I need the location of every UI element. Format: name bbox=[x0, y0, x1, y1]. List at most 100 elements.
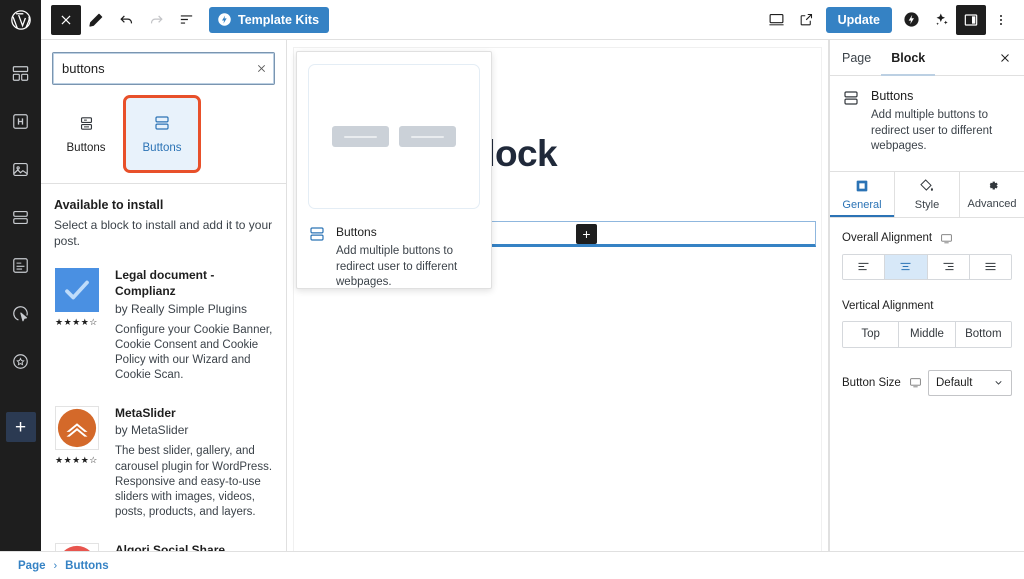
preview-canvas bbox=[308, 64, 480, 209]
vertical-alignment-label: Vertical Alignment bbox=[842, 299, 934, 312]
plugin-thumbnail bbox=[55, 405, 99, 450]
general-square-icon bbox=[854, 178, 870, 194]
plugin-info: Algori Social Share Buttons by Kevin Baz… bbox=[115, 543, 273, 551]
template-kits-button[interactable]: Template Kits bbox=[209, 6, 330, 33]
valign-bottom-button[interactable]: Bottom bbox=[955, 321, 1011, 347]
tab-style[interactable]: Style bbox=[895, 171, 960, 217]
preview-text: Buttons Add multiple buttons to redirect… bbox=[336, 225, 480, 291]
tab-page[interactable]: Page bbox=[842, 40, 881, 76]
block-inserter-button[interactable]: + bbox=[576, 224, 597, 244]
image-icon[interactable] bbox=[6, 154, 36, 184]
list-document-icon[interactable] bbox=[6, 250, 36, 280]
available-title: Available to install bbox=[54, 198, 164, 212]
plugin-thumbnail bbox=[55, 268, 99, 313]
badge-star-icon[interactable] bbox=[6, 346, 36, 376]
buttons-block-icon bbox=[308, 225, 326, 291]
block-info-title: Buttons bbox=[871, 89, 914, 103]
external-link-icon[interactable] bbox=[792, 5, 822, 35]
vertical-alignment-label-row: Vertical Alignment bbox=[842, 300, 1012, 312]
overall-alignment-segmented bbox=[842, 253, 1012, 280]
button-size-label-row: Button Size bbox=[842, 376, 922, 389]
block-info: Buttons Add multiple buttons to redirect… bbox=[830, 76, 1024, 172]
valign-middle-button[interactable]: Middle bbox=[899, 321, 956, 347]
wordpress-block-editor: + Template Kits Update buttons Buttons B… bbox=[0, 0, 1024, 579]
document-outline-icon[interactable] bbox=[171, 5, 201, 35]
buttons-rows-icon[interactable] bbox=[6, 202, 36, 232]
overall-alignment-label: Overall Alignment bbox=[842, 232, 933, 245]
list-item[interactable]: ★★★★★ Algori Social Share Buttons by Kev… bbox=[41, 533, 286, 551]
paint-bucket-icon bbox=[919, 178, 935, 194]
overall-alignment-label-row: Overall Alignment bbox=[842, 232, 1012, 245]
block-preview-popover: Buttons Add multiple buttons to redirect… bbox=[296, 51, 492, 289]
breadcrumb: Page › Buttons bbox=[0, 551, 1024, 579]
plugin-rating: ★★★★☆ bbox=[55, 317, 98, 328]
block-info-description: Add multiple buttons to redirect user to… bbox=[871, 109, 993, 153]
desktop-preview-icon[interactable] bbox=[762, 5, 792, 35]
available-subtitle: Select a block to install and add it to … bbox=[54, 218, 273, 249]
clear-search-icon[interactable] bbox=[248, 63, 274, 74]
heading-h-icon[interactable] bbox=[6, 106, 36, 136]
sidebar-tabs: Page Block bbox=[830, 40, 1024, 76]
flash-circle-dark-icon[interactable] bbox=[896, 5, 926, 35]
flash-circle-icon bbox=[217, 12, 232, 27]
align-left-button[interactable] bbox=[843, 254, 886, 279]
pencil-edit-icon[interactable] bbox=[81, 5, 111, 35]
tab-block[interactable]: Block bbox=[881, 40, 935, 76]
layout-blocks-icon[interactable] bbox=[6, 58, 36, 88]
left-rail: + bbox=[0, 0, 41, 579]
plugin-list: ★★★★☆ Legal document - Complianz by Real… bbox=[41, 258, 286, 551]
tab-general[interactable]: General bbox=[830, 171, 895, 217]
add-block-button[interactable]: + bbox=[5, 412, 36, 442]
block-card-label: Buttons bbox=[142, 142, 182, 154]
align-justify-button[interactable] bbox=[969, 254, 1011, 279]
breadcrumb-buttons[interactable]: Buttons bbox=[65, 560, 108, 572]
valign-top-button[interactable]: Top bbox=[843, 321, 900, 347]
preview-button-placeholder bbox=[399, 126, 456, 147]
plugin-name: MetaSlider bbox=[115, 405, 176, 420]
more-options-icon[interactable] bbox=[986, 5, 1016, 35]
gear-icon bbox=[985, 178, 1000, 193]
list-item[interactable]: ★★★★☆ MetaSlider by MetaSlider The best … bbox=[41, 396, 286, 533]
redo-arrow-icon[interactable] bbox=[141, 5, 171, 35]
desktop-icon[interactable] bbox=[940, 232, 953, 245]
update-button[interactable]: Update bbox=[825, 6, 892, 33]
breadcrumb-page[interactable]: Page bbox=[18, 560, 46, 572]
ai-sparkles-icon[interactable] bbox=[926, 5, 956, 35]
tab-general-label: General bbox=[842, 198, 882, 211]
buttons-block-icon bbox=[153, 114, 171, 132]
preview-button-placeholder bbox=[332, 126, 389, 147]
more-dots bbox=[1000, 14, 1002, 25]
available-to-install-header: Available to install Select a block to i… bbox=[41, 184, 286, 249]
preview-title: Buttons bbox=[336, 225, 377, 239]
cursor-click-icon[interactable] bbox=[6, 298, 36, 328]
buttons-block-icon bbox=[78, 115, 95, 132]
block-card-buttons-selected[interactable]: Buttons bbox=[123, 95, 201, 173]
search-box[interactable] bbox=[52, 52, 275, 85]
plugin-name: Algori Social Share Buttons bbox=[115, 542, 226, 551]
block-results-grid: Buttons Buttons bbox=[41, 95, 286, 173]
tab-advanced-label: Advanced bbox=[967, 198, 1017, 211]
wordpress-logo-icon[interactable] bbox=[0, 0, 41, 40]
button-size-select[interactable]: Default bbox=[928, 369, 1012, 396]
tab-advanced[interactable]: Advanced bbox=[960, 172, 1024, 217]
close-sidebar-icon[interactable] bbox=[992, 45, 1018, 71]
settings-sidebar-icon[interactable] bbox=[956, 4, 986, 35]
plugin-name: Legal document - Complianz bbox=[115, 268, 215, 298]
align-right-button[interactable] bbox=[927, 254, 970, 279]
button-size-value: Default bbox=[936, 376, 973, 389]
undo-arrow-icon[interactable] bbox=[111, 5, 141, 35]
tab-style-label: Style bbox=[914, 198, 940, 211]
plugin-description: The best slider, gallery, and carousel p… bbox=[115, 445, 273, 519]
list-item[interactable]: ★★★★☆ Legal document - Complianz by Real… bbox=[41, 258, 286, 395]
desktop-icon[interactable] bbox=[909, 376, 922, 389]
vertical-alignment-segmented: Top Middle Bottom bbox=[842, 320, 1012, 348]
align-center-button[interactable] bbox=[885, 254, 928, 279]
preview-description: Add multiple buttons to redirect user to… bbox=[336, 245, 458, 289]
block-card-label: Buttons bbox=[66, 141, 106, 154]
block-inserter-panel: Buttons Buttons Available to install Sel… bbox=[41, 40, 287, 551]
block-card-buttons-core[interactable]: Buttons bbox=[49, 97, 123, 171]
close-x-icon[interactable] bbox=[51, 4, 81, 35]
plugin-rating: ★★★★☆ bbox=[55, 454, 98, 465]
block-info-text: Buttons Add multiple buttons to redirect… bbox=[871, 89, 1010, 155]
search-input[interactable] bbox=[53, 54, 248, 83]
